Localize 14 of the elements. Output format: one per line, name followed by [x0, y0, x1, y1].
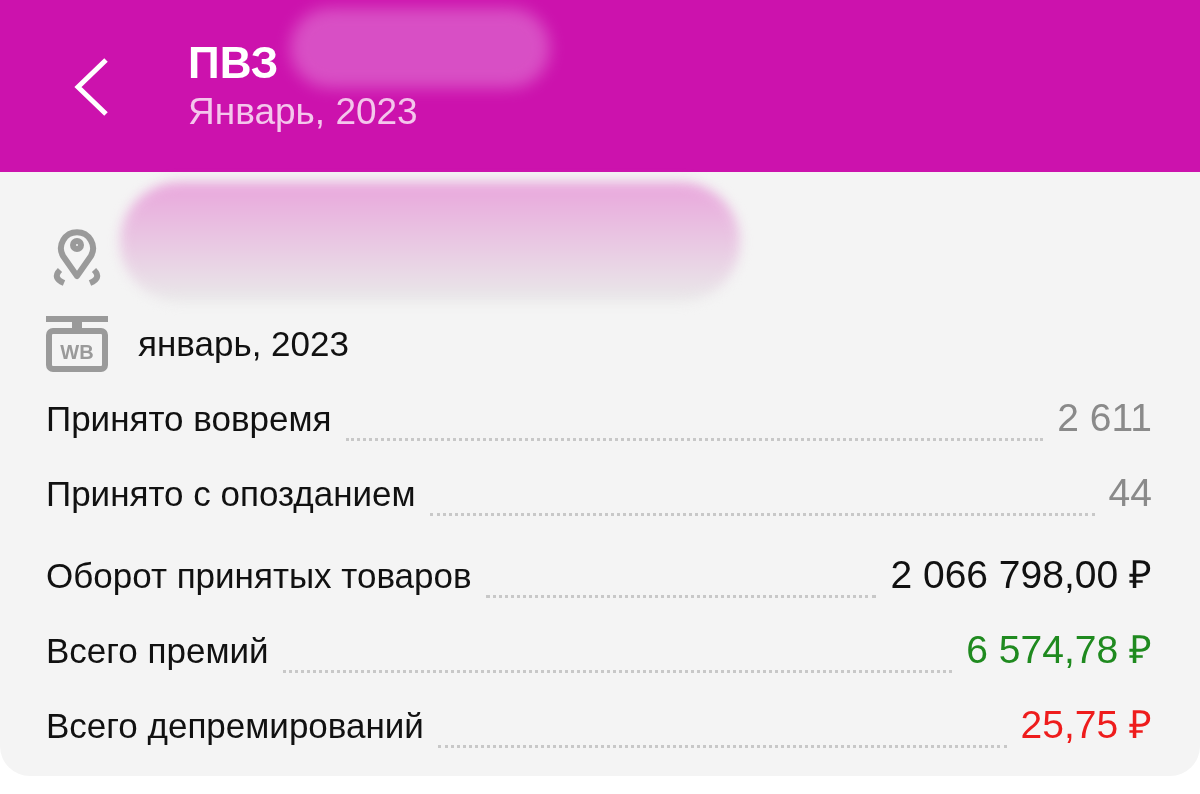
stat-label: Оборот принятых товаров — [46, 556, 472, 596]
back-icon[interactable] — [72, 56, 110, 118]
stat-value: 2 066 798,00 ₽ — [890, 552, 1152, 598]
stat-value: 25,75 ₽ — [1020, 702, 1152, 748]
stat-value: 6 574,78 ₽ — [966, 627, 1152, 673]
stat-label: Принято вовремя — [46, 399, 332, 439]
stat-value: 2 611 — [1057, 396, 1152, 440]
stat-value: 44 — [1108, 471, 1152, 515]
header-title: ПВЗ — [188, 38, 280, 88]
stat-label: Всего депремирований — [46, 706, 424, 746]
stat-label: Принято с опозданием — [46, 474, 416, 514]
header-subtitle: Январь, 2023 — [188, 90, 418, 134]
stat-label: Всего премий — [46, 631, 269, 671]
period-label: январь, 2023 — [138, 324, 349, 364]
